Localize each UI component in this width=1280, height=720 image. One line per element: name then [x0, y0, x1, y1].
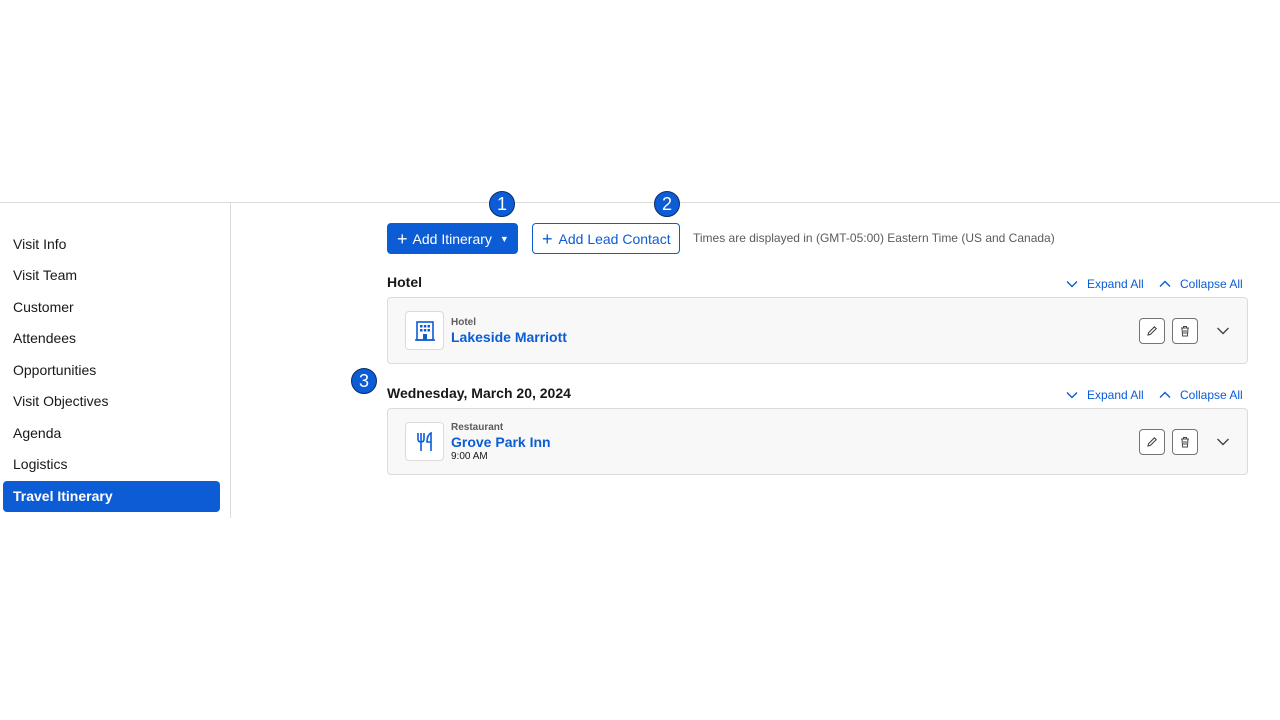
caret-down-icon: ▼ [499, 233, 509, 244]
card-type: Hotel [451, 317, 476, 328]
collapse-all-label: Collapse All [1180, 277, 1243, 291]
plus-icon: + [542, 228, 553, 249]
add-lead-contact-label: Add Lead Contact [558, 230, 671, 247]
sidebar: Visit Info Visit Team Customer Attendees… [0, 203, 231, 518]
pencil-icon [1147, 326, 1157, 336]
card-type: Restaurant [451, 422, 504, 433]
trash-icon [1181, 437, 1189, 448]
callout-badge: 2 [654, 191, 680, 217]
chevron-down-icon[interactable] [1216, 324, 1230, 338]
delete-button[interactable] [1172, 318, 1198, 344]
collapse-all-button[interactable]: Collapse All [1159, 277, 1243, 291]
chevron-down-icon [1066, 392, 1078, 399]
expand-all-button[interactable]: Expand All [1066, 388, 1144, 402]
sidebar-item-logistics[interactable]: Logistics [3, 449, 220, 480]
add-itinerary-label: Add Itinerary [412, 230, 492, 247]
itinerary-card: Restaurant Grove Park Inn 9:00 AM [387, 408, 1248, 475]
sidebar-item-opportunities[interactable]: Opportunities [3, 355, 220, 386]
callout-badge: 3 [351, 368, 377, 394]
add-itinerary-button[interactable]: + Add Itinerary ▼ [387, 223, 518, 254]
expand-all-button[interactable]: Expand All [1066, 277, 1144, 291]
sidebar-item-visit-team[interactable]: Visit Team [3, 260, 220, 291]
section-title: Hotel [387, 274, 422, 290]
chevron-up-icon [1159, 280, 1171, 287]
edit-button[interactable] [1139, 429, 1165, 455]
sidebar-item-visit-objectives[interactable]: Visit Objectives [3, 386, 220, 417]
collapse-all-button[interactable]: Collapse All [1159, 388, 1243, 402]
chevron-down-icon[interactable] [1216, 435, 1230, 449]
itinerary-card: Hotel Lakeside Marriott [387, 297, 1248, 364]
restaurant-icon [405, 422, 444, 461]
delete-button[interactable] [1172, 429, 1198, 455]
sidebar-item-customer[interactable]: Customer [3, 292, 220, 323]
sidebar-item-travel-itinerary[interactable]: Travel Itinerary [3, 481, 220, 512]
trash-icon [1181, 326, 1189, 337]
expand-all-label: Expand All [1087, 277, 1144, 291]
plus-icon: + [397, 228, 408, 249]
chevron-down-icon [1066, 281, 1078, 288]
sidebar-item-visit-info[interactable]: Visit Info [3, 229, 220, 260]
add-lead-contact-button[interactable]: + Add Lead Contact [532, 223, 680, 254]
collapse-all-label: Collapse All [1180, 388, 1243, 402]
card-name-link[interactable]: Grove Park Inn [451, 434, 551, 450]
pencil-icon [1147, 437, 1157, 447]
section-title: Wednesday, March 20, 2024 [387, 385, 571, 401]
edit-button[interactable] [1139, 318, 1165, 344]
card-time: 9:00 AM [451, 451, 488, 462]
sidebar-item-agenda[interactable]: Agenda [3, 418, 220, 449]
sidebar-item-attendees[interactable]: Attendees [3, 323, 220, 354]
expand-all-label: Expand All [1087, 388, 1144, 402]
chevron-up-icon [1159, 391, 1171, 398]
timezone-note: Times are displayed in (GMT-05:00) Easte… [693, 231, 1055, 245]
hotel-icon [405, 311, 444, 350]
card-name-link[interactable]: Lakeside Marriott [451, 329, 567, 345]
callout-badge: 1 [489, 191, 515, 217]
